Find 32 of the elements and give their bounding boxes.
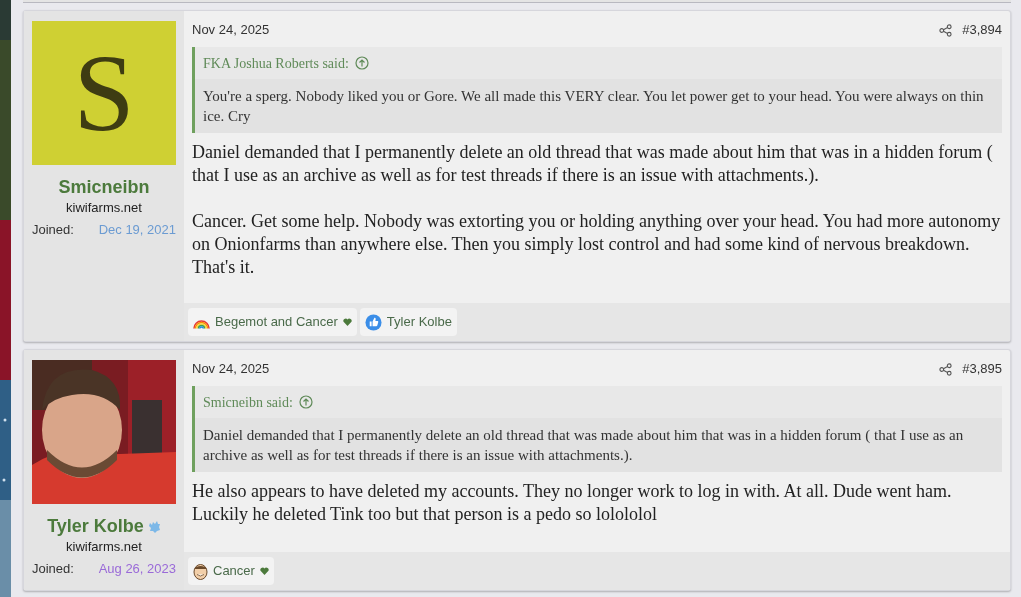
message-paragraph: Cancer. Get some help. Nobody was extorting you or holding anything over your head. You had more autonomy on Onionfarms than anywhere else. Then you simply lost control and had some kind of nervous breakdown. That's it. (192, 210, 1002, 279)
arrow-up-icon[interactable] (298, 395, 313, 409)
quote-author[interactable]: FKA Joshua Roberts said: (203, 52, 349, 74)
joined-date: Dec 19, 2021 (98, 221, 176, 239)
reaction-chip[interactable]: Tyler Kolbe (359, 308, 457, 336)
post-date[interactable]: Nov 24, 2025 (192, 360, 270, 378)
joined-label: Joined: (32, 560, 74, 578)
quote-text: Daniel demanded that I permanently delete an old thread that was made about him that was in a hidden forum ( that I use as an archive as well as for test threads if there is an issue with attachments.). (195, 418, 1002, 472)
arrow-up-icon[interactable] (354, 56, 369, 70)
post-number[interactable]: #3,894 (962, 21, 1002, 39)
share-icon[interactable] (939, 362, 953, 376)
reaction-chip[interactable]: Begemot and Cancer (188, 308, 357, 336)
reaction-label[interactable]: Cancer (213, 561, 255, 581)
smiley-icon (193, 562, 208, 580)
post-number[interactable]: #3,895 (962, 360, 1002, 378)
reaction-label[interactable]: Tyler Kolbe (386, 312, 452, 332)
user-avatar[interactable]: S (32, 21, 176, 165)
joined-label: Joined: (32, 221, 74, 239)
share-icon[interactable] (939, 23, 953, 37)
post-date[interactable]: Nov 24, 2025 (192, 21, 270, 39)
thumbs-up-icon (364, 313, 382, 331)
username[interactable]: Smicneibn (58, 175, 150, 199)
quote-text: You're a sperg. Nobody liked you or Gore. We all made this VERY clear. You let power get to your head. You were always on thin ice. Cry (195, 79, 1002, 133)
username[interactable]: Tyler Kolbe (47, 514, 144, 538)
reaction-chip[interactable]: Cancer (188, 557, 274, 585)
user-title: kiwifarms.net (66, 538, 142, 556)
user-title: kiwifarms.net (66, 199, 142, 217)
quote-author[interactable]: Smicneibn said: (203, 391, 293, 413)
message-paragraph: He also appears to have deleted my accounts. They no longer work to log in with. At all. Dude went ham. Luckily he deleted Tink too but that person is a pedo so lolololol (192, 480, 953, 526)
reaction-label[interactable]: Begemot and Cancer (215, 312, 338, 332)
message-paragraph: Daniel demanded that I permanently delete an old thread that was made about him that was in a hidden forum ( that I use as an archive as well as for test threads if there is an issue with attachments.). (192, 141, 994, 187)
joined-date: Aug 26, 2023 (98, 560, 176, 578)
